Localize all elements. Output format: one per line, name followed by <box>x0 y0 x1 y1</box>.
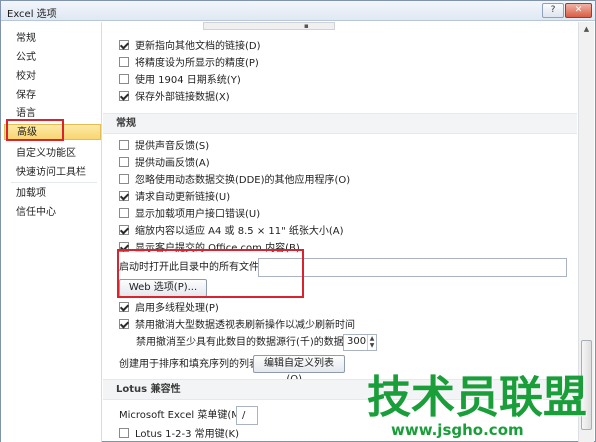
checkbox[interactable] <box>119 91 129 101</box>
option-precision-as-displayed[interactable]: 将精度设为所显示的精度(P) <box>119 56 259 72</box>
sidebar: 常规 公式 校对 保存 语言 高级 自定义功能区 快速访问工具栏 加载项 信任中… <box>1 22 102 442</box>
window-title: Excel 选项 <box>7 9 57 20</box>
option-disable-pivot-undo[interactable]: 禁用撤消大型数据透视表刷新操作以减少刷新时间 <box>119 318 355 334</box>
edit-custom-lists-button[interactable]: 编辑自定义列表(O)... <box>253 355 345 385</box>
sidebar-highlight-box <box>6 119 64 141</box>
highlight-box <box>117 249 304 298</box>
checkbox[interactable] <box>119 57 129 67</box>
section-heading-general: 常规 <box>103 113 577 134</box>
option-scale-to-paper[interactable]: 缩放内容以适应 A4 或 8.5 × 11" 纸张大小(A) <box>119 224 344 240</box>
sidebar-item-add-ins[interactable]: 加载项 <box>16 186 46 202</box>
section-heading-lotus: Lotus 兼容性 <box>103 379 577 400</box>
option-sound-feedback[interactable]: 提供声音反馈(S) <box>119 139 209 155</box>
excel-options-window: Excel 选项 ? ✕ 常规 公式 校对 保存 语言 高级 自定义功能区 快速… <box>0 0 596 442</box>
sidebar-item-save[interactable]: 保存 <box>16 88 36 104</box>
checkbox[interactable] <box>119 191 129 201</box>
options-panel: ▪ 更新指向其他文档的链接(D) 将精度设为所显示的精度(P) 使用 1904 … <box>103 22 577 442</box>
checkbox[interactable] <box>119 174 129 184</box>
menu-key-label: Microsoft Excel 菜单键(M): <box>119 410 248 421</box>
option-save-external-link-values[interactable]: 保存外部链接数据(X) <box>119 90 230 106</box>
option-update-links[interactable]: 更新指向其他文档的链接(D) <box>119 39 261 55</box>
checkbox[interactable] <box>119 428 129 438</box>
sidebar-item-customize-ribbon[interactable]: 自定义功能区 <box>16 146 76 162</box>
option-multithreading[interactable]: 启用多线程处理(P) <box>119 301 219 317</box>
sidebar-divider <box>11 182 97 183</box>
menu-key-input[interactable]: / <box>236 406 258 425</box>
sidebar-item-trust-center[interactable]: 信任中心 <box>16 205 56 221</box>
option-lotus-keys[interactable]: Lotus 1-2-3 常用键(K) <box>119 427 239 442</box>
vertical-scrollbar[interactable]: ▲ <box>578 22 594 442</box>
checkbox[interactable] <box>119 208 129 218</box>
sidebar-item-quick-access-toolbar[interactable]: 快速访问工具栏 <box>16 165 86 181</box>
checkbox[interactable] <box>119 74 129 84</box>
option-show-addin-errors[interactable]: 显示加载项用户接口错误(U) <box>119 207 260 223</box>
option-ask-update-links[interactable]: 请求自动更新链接(U) <box>119 190 230 206</box>
scroll-thumb[interactable] <box>581 340 592 430</box>
startup-folder-input[interactable] <box>258 258 567 277</box>
pivot-rows-stepper[interactable]: 300 ▲ ▼ <box>343 334 377 351</box>
sidebar-item-proofing[interactable]: 校对 <box>16 69 36 85</box>
spin-arrows-icon[interactable]: ▲ ▼ <box>367 335 376 350</box>
close-button[interactable]: ✕ <box>565 3 592 18</box>
checkbox[interactable] <box>119 40 129 50</box>
help-button[interactable]: ? <box>542 3 564 18</box>
pivot-rows-label: 禁用撤消至少具有此数目的数据源行(千)的数据透视表: <box>136 337 378 348</box>
title-bar: Excel 选项 ? ✕ <box>1 1 595 21</box>
checkbox[interactable] <box>119 319 129 329</box>
custom-list-label: 创建用于排序和填充序列的列表: <box>119 359 263 370</box>
checkbox[interactable] <box>119 225 129 235</box>
option-1904-date-system[interactable]: 使用 1904 日期系统(Y) <box>119 73 241 89</box>
pivot-rows-value: 300 <box>347 336 367 347</box>
scroll-up-icon[interactable]: ▲ <box>579 22 594 36</box>
checkbox[interactable] <box>119 302 129 312</box>
horizontal-scrollbar[interactable]: ▪ <box>203 22 335 30</box>
checkbox[interactable] <box>119 157 129 167</box>
option-ignore-dde[interactable]: 忽略使用动态数据交换(DDE)的其他应用程序(O) <box>119 173 350 189</box>
scroll-grip-icon: ▪ <box>304 22 309 30</box>
sidebar-item-formulas[interactable]: 公式 <box>16 50 36 66</box>
sidebar-item-general[interactable]: 常规 <box>16 31 36 47</box>
option-animation-feedback[interactable]: 提供动画反馈(A) <box>119 156 210 172</box>
checkbox[interactable] <box>119 140 129 150</box>
